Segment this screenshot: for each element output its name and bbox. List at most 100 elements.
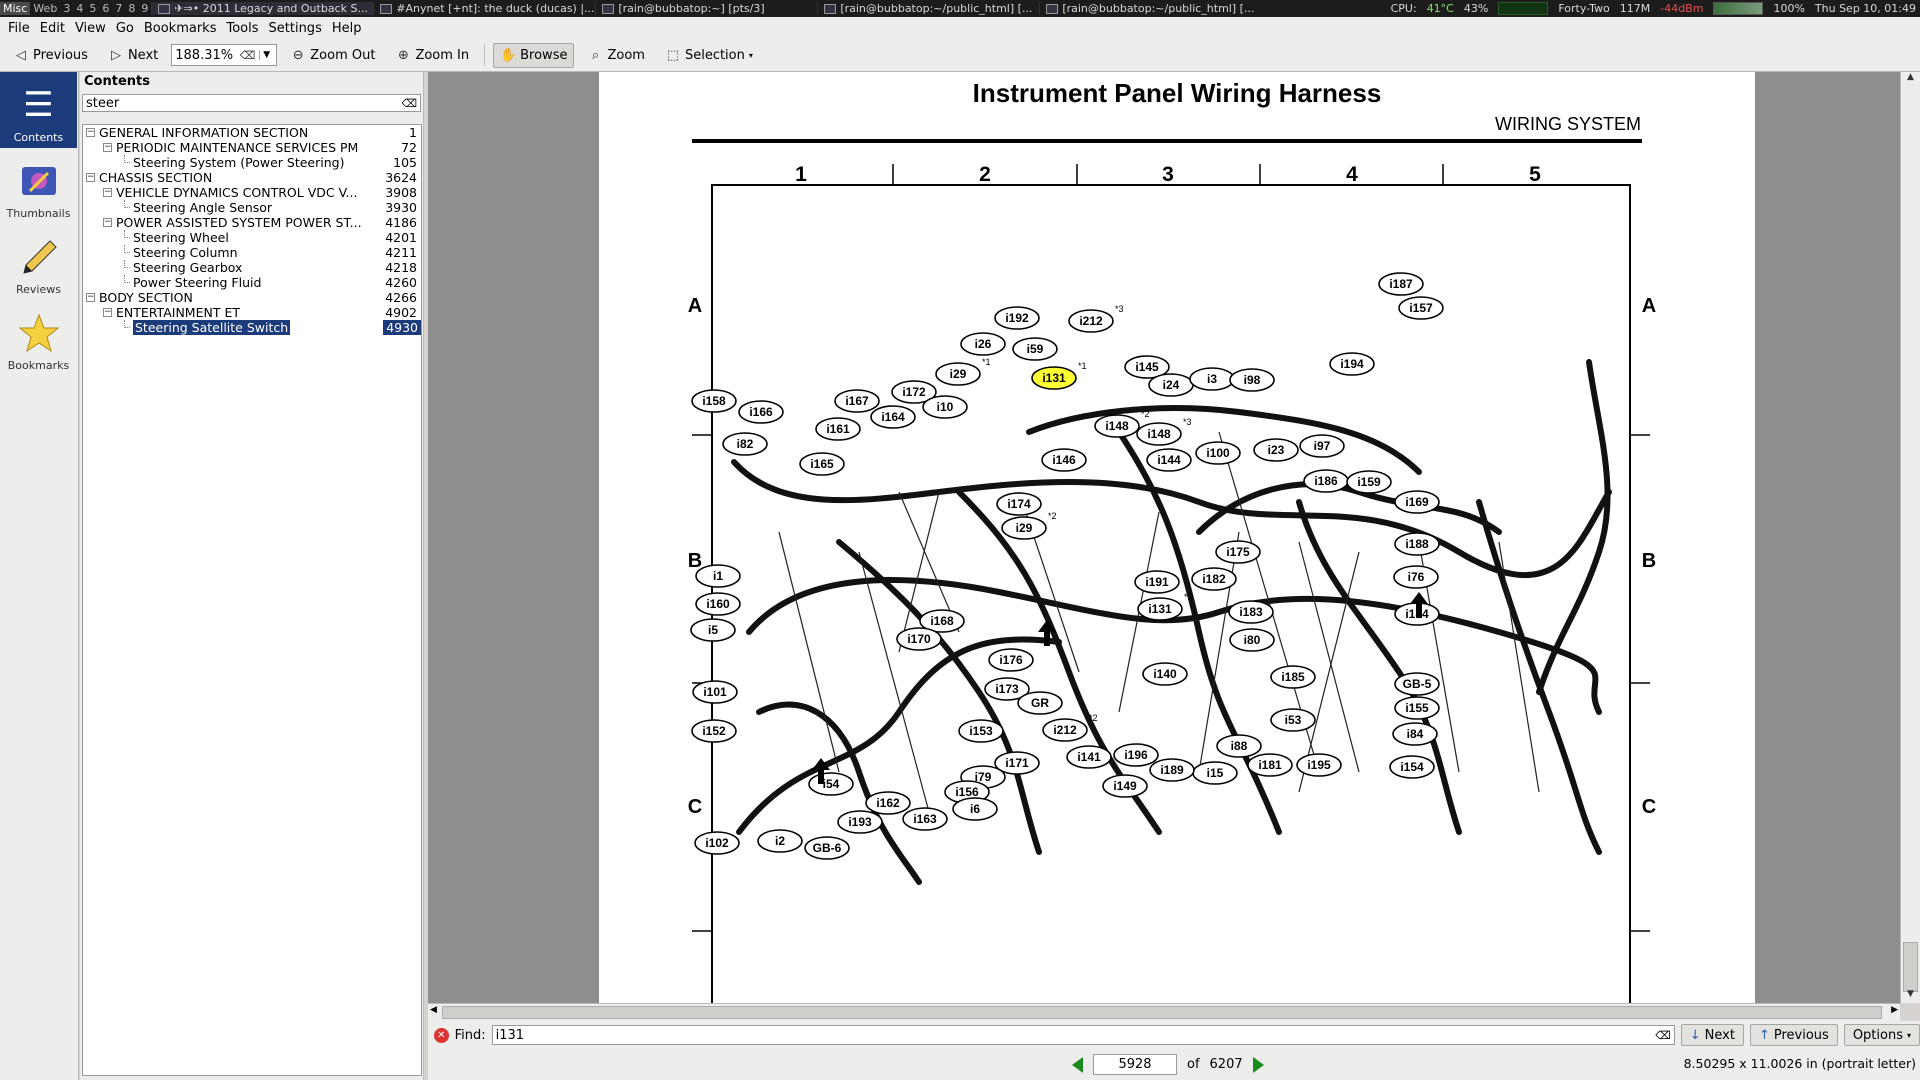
menu-edit[interactable]: Edit xyxy=(36,21,69,36)
sidebar-item-bookmarks[interactable]: Bookmarks xyxy=(0,300,77,376)
collapse-icon[interactable]: − xyxy=(103,188,112,197)
toc-item-label: Steering Gearbox xyxy=(133,260,243,275)
connector-label: GB-5 xyxy=(1403,677,1432,691)
scroll-left-icon[interactable]: ◀ xyxy=(430,1005,437,1015)
workspace-3[interactable]: 3 xyxy=(60,2,73,15)
menu-go[interactable]: Go xyxy=(112,21,138,36)
toc-item[interactable]: − ENTERTAINMENT ET 4902 xyxy=(83,305,421,320)
page-number-input[interactable]: 5928 xyxy=(1093,1054,1177,1075)
toc-item[interactable]: Power Steering Fluid 4260 xyxy=(83,275,421,290)
sidebar-item-contents[interactable]: ☰ Contents xyxy=(0,72,77,148)
toc-item[interactable]: Steering Satellite Switch 4930 xyxy=(83,320,421,335)
find-options-button[interactable]: Options ▾ xyxy=(1843,1024,1920,1046)
workspace-5[interactable]: 5 xyxy=(86,2,99,15)
row-label-right: A xyxy=(1642,295,1656,317)
zoom-tool-button[interactable]: ⌕ Zoom xyxy=(580,43,651,68)
window-title: [rain@bubbatop:~] [pts/3] xyxy=(618,2,765,15)
clear-icon[interactable]: ⌫ xyxy=(1655,1029,1671,1042)
taskbar-window-terminal-3[interactable]: [rain@bubbatop:~/public_html] [... xyxy=(1039,2,1261,15)
toc-item[interactable]: − BODY SECTION 4266 xyxy=(83,290,421,305)
toc-search-input[interactable]: steer ⌫ xyxy=(82,94,421,112)
tree-branch-line xyxy=(124,260,130,268)
sidebar-item-thumbnails[interactable]: Thumbnails xyxy=(0,148,77,224)
sidebar-item-reviews[interactable]: Reviews xyxy=(0,224,77,300)
toc-item[interactable]: Steering System (Power Steering) 105 xyxy=(83,155,421,170)
zoom-in-button[interactable]: ⊕ Zoom In xyxy=(388,43,476,68)
collapse-icon[interactable]: − xyxy=(103,218,112,227)
selection-tool-button[interactable]: ⬚ Selection ▾ xyxy=(658,43,760,68)
taskbar-window-pdf[interactable]: ✈⇒• 2011 Legacy and Outback S... xyxy=(151,2,374,15)
connector-label: i171 xyxy=(1005,756,1029,770)
zoom-combobox[interactable]: 188.31% ⌫ ▼ xyxy=(171,44,278,66)
workspace-7[interactable]: 7 xyxy=(112,2,125,15)
collapse-icon[interactable]: − xyxy=(86,128,95,137)
find-input[interactable]: i131 ⌫ xyxy=(491,1025,1675,1045)
leader-line xyxy=(778,531,840,773)
toolbar: ◁ Previous ▷ Next 188.31% ⌫ ▼ ⊖ Zoom Out ⊕ Zoo… xyxy=(0,39,1920,72)
clear-icon[interactable]: ⌫ xyxy=(401,97,417,110)
connector-label: i101 xyxy=(703,685,727,699)
toc-item[interactable]: − VEHICLE DYNAMICS CONTROL VDC V... 3908 xyxy=(83,185,421,200)
find-next-button[interactable]: ↓ Next xyxy=(1680,1024,1744,1046)
previous-page-arrow-icon[interactable] xyxy=(1072,1056,1083,1073)
next-page-arrow-icon[interactable] xyxy=(1252,1056,1264,1073)
previous-page-button[interactable]: ◁ Previous xyxy=(6,43,95,68)
workspace-misc[interactable]: Misc xyxy=(0,2,31,15)
toc-item[interactable]: − CHASSIS SECTION 3624 xyxy=(83,170,421,185)
system-tray: CPU: 41°C 43% Forty-Two 117M -44dBm 100%… xyxy=(1391,2,1920,15)
toc-item[interactable]: Steering Column 4211 xyxy=(83,245,421,260)
toc-item[interactable]: − POWER ASSISTED SYSTEM POWER ST... 4186 xyxy=(83,215,421,230)
sidebar-item-label: Bookmarks xyxy=(7,359,70,372)
vertical-scrollbar[interactable]: ▲ ▼ xyxy=(1900,72,1920,1003)
menu-view[interactable]: View xyxy=(71,21,110,36)
collapse-icon[interactable]: − xyxy=(86,173,95,182)
taskbar-window-irc[interactable]: #Anynet [+nt]: the duck (ducas) |... xyxy=(373,2,595,15)
connector-label: i163 xyxy=(913,812,937,826)
vertical-scroll-thumb[interactable] xyxy=(1903,942,1918,992)
toc-item[interactable]: Steering Angle Sensor 3930 xyxy=(83,200,421,215)
zoom-out-button[interactable]: ⊖ Zoom Out xyxy=(283,43,382,68)
workspace-9[interactable]: 9 xyxy=(138,2,151,15)
window-icon xyxy=(824,3,837,14)
workspace-4[interactable]: 4 xyxy=(73,2,86,15)
horizontal-scrollbar[interactable]: ◀ ▶ xyxy=(428,1003,1900,1021)
toc-item[interactable]: − GENERAL INFORMATION SECTION 1 xyxy=(83,125,421,140)
workspace-web[interactable]: Web xyxy=(30,2,60,15)
toc-item[interactable]: Steering Gearbox 4218 xyxy=(83,260,421,275)
wifi-signal: -44dBm xyxy=(1660,2,1704,15)
browse-tool-button[interactable]: ✋ Browse xyxy=(493,42,575,68)
menu-file[interactable]: File xyxy=(4,21,34,36)
taskbar-window-terminal-2[interactable]: [rain@bubbatop:~/public_html] [... xyxy=(817,2,1039,15)
horizontal-scroll-thumb[interactable] xyxy=(442,1006,1882,1019)
scroll-up-icon[interactable]: ▲ xyxy=(1901,72,1920,86)
menu-bookmarks[interactable]: Bookmarks xyxy=(140,21,221,36)
dropdown-arrow-icon: ▾ xyxy=(1906,1030,1911,1040)
find-previous-button[interactable]: ↑ Previous xyxy=(1749,1024,1838,1046)
selection-icon: ⬚ xyxy=(666,47,680,63)
collapse-icon[interactable]: − xyxy=(103,143,112,152)
document-viewer[interactable]: Instrument Panel Wiring Harness WIRING SY… xyxy=(428,72,1900,1003)
workspace-8[interactable]: 8 xyxy=(125,2,138,15)
scroll-right-icon[interactable]: ▶ xyxy=(1891,1005,1898,1015)
toc-item[interactable]: − PERIODIC MAINTENANCE SERVICES PM 72 xyxy=(83,140,421,155)
taskbar-window-terminal-1[interactable]: [rain@bubbatop:~] [pts/3] xyxy=(595,2,817,15)
chevron-down-icon[interactable]: ▼ xyxy=(259,50,273,60)
next-page-button[interactable]: ▷ Next xyxy=(101,43,165,68)
menu-settings[interactable]: Settings xyxy=(265,21,326,36)
workspace-6[interactable]: 6 xyxy=(99,2,112,15)
connector-label: i148 xyxy=(1147,427,1171,441)
scroll-down-icon[interactable]: ▼ xyxy=(1901,989,1920,1003)
arrow-right-icon: ▷ xyxy=(110,47,121,63)
cpu-temp: 41°C xyxy=(1426,2,1454,15)
connector-label: i161 xyxy=(826,422,850,436)
close-find-icon[interactable]: ✕ xyxy=(434,1027,449,1043)
connector-label: i196 xyxy=(1124,748,1148,762)
menu-tools[interactable]: Tools xyxy=(222,21,262,36)
toc-item[interactable]: Steering Wheel 4201 xyxy=(83,230,421,245)
connector-label: i152 xyxy=(702,724,726,738)
collapse-icon[interactable]: − xyxy=(86,293,95,302)
connector-label: i174 xyxy=(1007,497,1031,511)
collapse-icon[interactable]: − xyxy=(103,308,112,317)
menu-help[interactable]: Help xyxy=(328,21,366,36)
clear-icon[interactable]: ⌫ xyxy=(240,49,256,62)
